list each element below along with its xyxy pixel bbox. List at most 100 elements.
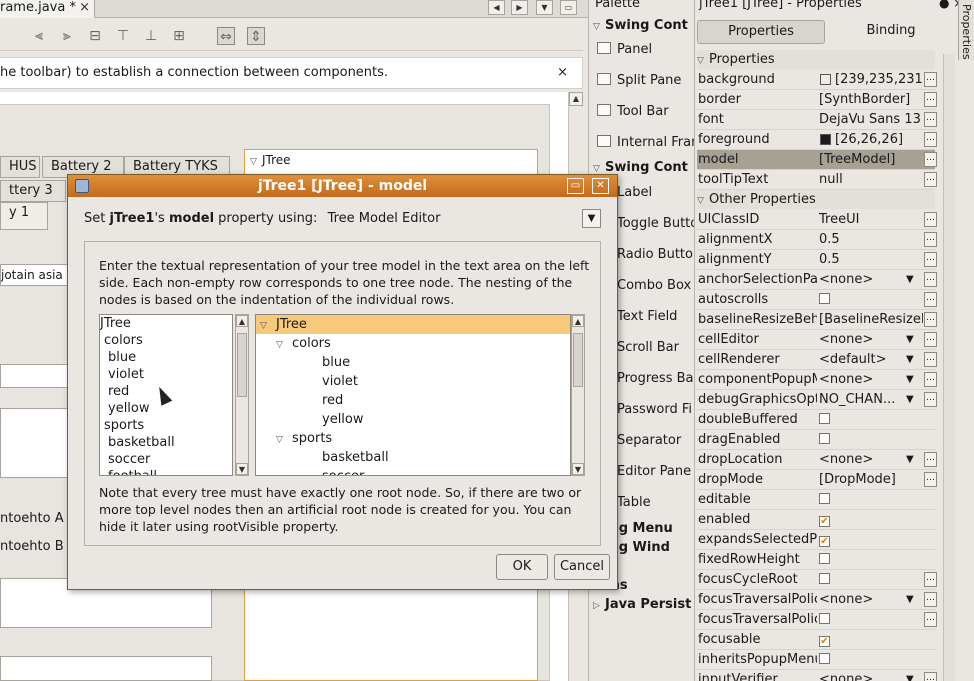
close-tab-icon[interactable]: × <box>79 0 90 16</box>
tree-node[interactable]: red <box>256 391 570 410</box>
custom-editor-button[interactable]: … <box>924 252 937 267</box>
property-value[interactable]: ✔ <box>819 630 923 649</box>
custom-editor-button[interactable]: … <box>924 332 937 347</box>
dropdown-arrow-icon[interactable]: ▼ <box>906 370 914 389</box>
property-value[interactable]: 0.5 <box>819 250 923 269</box>
dropdown-arrow-icon[interactable]: ▼ <box>906 670 914 681</box>
tree-node[interactable]: violet <box>256 372 570 391</box>
property-value[interactable]: [SynthBorder] <box>819 90 923 109</box>
resize-vertical-icon[interactable]: ⇕ <box>247 27 265 45</box>
properties-scrollbar[interactable] <box>943 54 955 681</box>
tab-binding[interactable]: Binding <box>827 20 955 44</box>
property-row[interactable]: dropLocation <none> ▼… <box>697 450 937 470</box>
property-checkbox[interactable] <box>819 493 830 504</box>
custom-editor-button[interactable]: … <box>924 152 937 167</box>
editor-dropdown-icon[interactable]: ▼ <box>582 209 601 228</box>
tab-list-icon[interactable]: ▼ <box>536 0 553 15</box>
property-value[interactable]: TreeUI <box>819 210 923 229</box>
property-row[interactable]: cellEditor <none> ▼… <box>697 330 937 350</box>
custom-editor-button[interactable]: … <box>924 112 937 127</box>
palette-item[interactable]: Panel <box>597 40 695 60</box>
custom-editor-button[interactable]: … <box>924 372 937 387</box>
property-row[interactable]: toolTipText null… <box>697 170 937 190</box>
radio-option-a[interactable]: ntoehto A <box>0 511 64 526</box>
property-value[interactable]: [26,26,26] <box>819 130 923 149</box>
property-value[interactable] <box>819 410 923 429</box>
properties-section[interactable]: ▽ Properties <box>697 50 935 69</box>
custom-editor-button[interactable]: … <box>924 272 937 287</box>
property-checkbox[interactable] <box>819 413 830 424</box>
custom-editor-button[interactable]: … <box>924 472 937 487</box>
align-center-icon[interactable]: ⊟ <box>86 27 104 45</box>
property-row[interactable]: focusable ✔ <box>697 630 935 650</box>
expand-toggle-icon[interactable]: ▽ <box>276 431 288 450</box>
property-checkbox[interactable] <box>819 433 830 444</box>
property-value[interactable]: 0.5 <box>819 230 923 249</box>
custom-editor-button[interactable]: … <box>924 232 937 247</box>
property-value[interactable]: [BaselineResizeBe <box>819 310 923 329</box>
property-row[interactable]: focusTraversalPolic… <box>697 610 937 630</box>
custom-editor-button[interactable]: … <box>924 352 937 367</box>
tree-node[interactable]: yellow <box>256 410 570 429</box>
property-row[interactable]: dropMode [DropMode]… <box>697 470 937 490</box>
scroll-left-icon[interactable]: ◀ <box>488 0 505 15</box>
property-checkbox[interactable] <box>819 573 830 584</box>
align-middle-icon[interactable]: ⊞ <box>170 27 188 45</box>
property-value[interactable] <box>819 610 923 629</box>
property-value[interactable] <box>819 430 923 449</box>
radio-option-b[interactable]: ntoehto B <box>0 539 64 554</box>
tree-node[interactable]: ▽ JTree <box>256 315 570 334</box>
tree-node[interactable]: ▽ colors <box>256 334 570 353</box>
custom-editor-button[interactable]: … <box>924 392 937 407</box>
property-value[interactable] <box>819 290 923 309</box>
custom-editor-button[interactable]: … <box>924 452 937 467</box>
custom-editor-button[interactable]: … <box>924 172 937 187</box>
text-field-2[interactable] <box>0 364 70 388</box>
property-checkbox[interactable] <box>819 613 830 624</box>
property-row[interactable]: focusCycleRoot… <box>697 570 937 590</box>
property-value[interactable]: null <box>819 170 923 189</box>
tree-scrollbar[interactable]: ▲ ▼ <box>571 314 585 476</box>
combo-box[interactable] <box>0 656 212 681</box>
property-value[interactable]: [239,235,231 <box>819 70 923 89</box>
property-value[interactable] <box>819 490 923 509</box>
property-row[interactable]: doubleBuffered <box>697 410 935 430</box>
property-row[interactable]: foreground [26,26,26]… <box>697 130 937 150</box>
other-properties-section[interactable]: ▽ Other Properties <box>697 190 935 209</box>
palette-item[interactable]: Tool Bar <box>597 102 695 122</box>
dropdown-arrow-icon[interactable]: ▼ <box>906 390 914 409</box>
property-value[interactable] <box>819 570 923 589</box>
property-value[interactable]: DejaVu Sans 13 <box>819 110 923 129</box>
property-row[interactable]: enabled ✔ <box>697 510 935 530</box>
dropdown-arrow-icon[interactable]: ▼ <box>906 450 914 469</box>
scroll-down-icon[interactable]: ▼ <box>572 463 584 475</box>
property-value[interactable]: ✔ <box>819 530 923 549</box>
align-left-icon[interactable]: ⫷ <box>30 27 48 45</box>
property-row[interactable]: cellRenderer <default> ▼… <box>697 350 937 370</box>
property-value[interactable]: ✔ <box>819 510 923 529</box>
custom-editor-button[interactable]: … <box>924 92 937 107</box>
close-hint-icon[interactable]: × <box>557 58 568 88</box>
property-value[interactable]: [DropMode] <box>819 470 923 489</box>
custom-editor-button[interactable]: … <box>924 132 937 147</box>
property-checkbox[interactable]: ✔ <box>819 636 830 647</box>
scroll-thumb[interactable] <box>237 333 247 397</box>
property-checkbox[interactable]: ✔ <box>819 536 830 547</box>
tree-preview[interactable]: ▽ JTree ▽ colors blue violet red yellow ▽ sports b… <box>255 314 571 476</box>
properties-side-tab[interactable]: Properties <box>958 0 974 60</box>
align-right-icon[interactable]: ⫸ <box>58 27 76 45</box>
palette-category-swing-containers[interactable]: ▽ Swing Cont <box>593 16 695 36</box>
maximize-icon[interactable]: ▭ <box>567 178 584 194</box>
property-checkbox[interactable]: ✔ <box>819 516 830 527</box>
property-row[interactable]: alignmentY 0.5… <box>697 250 937 270</box>
palette-item[interactable]: Split Pane <box>597 71 695 91</box>
maximize-icon[interactable]: ▭ <box>560 0 577 15</box>
property-row[interactable]: autoscrolls… <box>697 290 937 310</box>
property-row[interactable]: inheritsPopupMenu <box>697 650 935 670</box>
palette-item[interactable]: Internal Fran <box>597 133 695 153</box>
custom-editor-button[interactable]: … <box>924 212 937 227</box>
property-value[interactable]: [TreeModel] <box>819 150 923 169</box>
dropdown-arrow-icon[interactable]: ▼ <box>906 350 914 369</box>
dropdown-arrow-icon[interactable]: ▼ <box>906 330 914 349</box>
scroll-down-icon[interactable]: ▼ <box>236 463 248 475</box>
